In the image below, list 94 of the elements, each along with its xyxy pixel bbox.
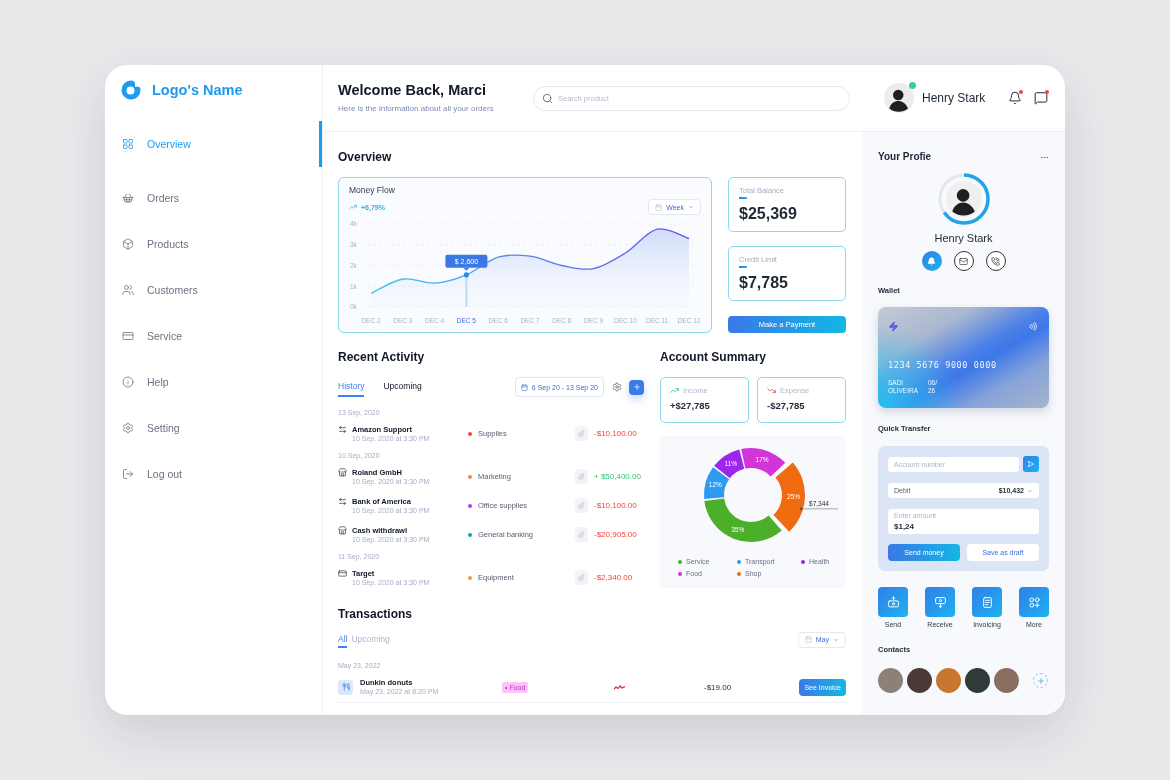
tab[interactable]: History bbox=[338, 377, 365, 397]
amount: + $50,400.00 bbox=[594, 472, 642, 481]
send-icon bbox=[1027, 460, 1035, 468]
calendar-icon bbox=[655, 203, 663, 211]
trend-up-icon bbox=[670, 386, 679, 395]
user-avatar bbox=[884, 83, 914, 113]
contactless-icon bbox=[1028, 321, 1037, 331]
plus-icon bbox=[632, 383, 641, 391]
nav-item[interactable]: Overview bbox=[105, 121, 322, 167]
summary-value: -$27,785 bbox=[767, 400, 805, 411]
settings-icon[interactable] bbox=[612, 382, 622, 392]
amount: -$10,100.00 bbox=[594, 429, 638, 438]
transfer-arrows-icon bbox=[338, 424, 347, 434]
cash-download-icon bbox=[933, 595, 947, 609]
users-icon bbox=[122, 284, 134, 296]
notify-button[interactable] bbox=[921, 251, 942, 271]
calendar-icon bbox=[520, 383, 528, 391]
nav-item[interactable]: Help bbox=[105, 359, 322, 405]
utensils-icon bbox=[338, 679, 353, 695]
profile-avatar bbox=[945, 181, 982, 217]
action-tile[interactable] bbox=[925, 587, 955, 617]
page-subtitle: Here is the information about all your orders bbox=[338, 104, 494, 114]
send-button[interactable] bbox=[1023, 456, 1039, 472]
phone-icon bbox=[991, 256, 1000, 266]
tab[interactable]: All bbox=[338, 631, 348, 648]
trend-up-icon bbox=[349, 203, 357, 211]
search-icon bbox=[542, 92, 553, 104]
section-title: Account Summary bbox=[660, 350, 768, 364]
nav-item[interactable]: Products bbox=[105, 221, 322, 267]
nav-item[interactable]: Service bbox=[105, 313, 322, 359]
store-icon bbox=[338, 525, 347, 535]
profile-name: Henry Stark bbox=[934, 231, 993, 245]
nav-item[interactable]: Customers bbox=[105, 267, 322, 313]
card-icon bbox=[338, 568, 347, 578]
add-button[interactable] bbox=[629, 379, 644, 395]
paperclip-icon[interactable] bbox=[575, 426, 588, 441]
paperclip-icon[interactable] bbox=[575, 498, 588, 513]
document-icon bbox=[980, 595, 994, 609]
basket-icon bbox=[122, 192, 134, 204]
logo-icon bbox=[120, 79, 142, 101]
trend-down-icon bbox=[767, 386, 776, 395]
grid-icon bbox=[122, 138, 134, 150]
page-title: Welcome Back, Marci bbox=[338, 82, 487, 99]
apps-icon bbox=[1027, 595, 1041, 609]
sparkline-icon bbox=[614, 684, 625, 690]
nav-item[interactable]: Orders bbox=[105, 175, 322, 221]
nav-item[interactable]: Log out bbox=[105, 451, 322, 497]
amount: -$2,340.00 bbox=[594, 573, 634, 582]
lightning-icon bbox=[888, 320, 899, 332]
action-tile[interactable] bbox=[1019, 587, 1049, 617]
store-icon bbox=[338, 467, 347, 477]
paperclip-icon[interactable] bbox=[575, 527, 588, 542]
info-icon bbox=[122, 376, 134, 388]
contact-avatar[interactable] bbox=[965, 668, 990, 693]
balance-value: $25,369 bbox=[739, 203, 797, 223]
nav-item[interactable]: Setting bbox=[105, 405, 322, 451]
paperclip-icon[interactable] bbox=[575, 570, 588, 585]
paperclip-icon[interactable] bbox=[575, 469, 588, 484]
settings-icon bbox=[122, 422, 134, 434]
tab[interactable]: Upcoming bbox=[383, 377, 422, 397]
amount: -$19.00 bbox=[704, 682, 733, 692]
card-number: 1234 5676 9000 0000 bbox=[888, 359, 997, 371]
data-point bbox=[463, 272, 469, 278]
cash-upload-icon bbox=[886, 595, 900, 609]
summary-value: +$27,785 bbox=[670, 400, 710, 411]
chevron-down-icon bbox=[1027, 487, 1033, 494]
chat-icon[interactable] bbox=[1034, 91, 1048, 105]
bell-icon[interactable] bbox=[1008, 91, 1022, 105]
contact-avatar[interactable] bbox=[907, 668, 932, 693]
transfer-arrows-icon bbox=[338, 496, 347, 506]
bell-icon bbox=[927, 256, 936, 266]
card-title: Money Flow bbox=[349, 185, 395, 196]
chevron-down-icon bbox=[833, 636, 839, 643]
call-button[interactable] bbox=[985, 251, 1006, 271]
mail-icon bbox=[959, 256, 968, 266]
mail-button[interactable] bbox=[953, 251, 974, 271]
balance-value: $7,785 bbox=[739, 272, 788, 292]
panel-title: Your Profie bbox=[878, 150, 932, 164]
action-tile[interactable] bbox=[972, 587, 1002, 617]
logo-text: Logo's Name bbox=[152, 82, 243, 98]
calendar-icon bbox=[804, 636, 812, 643]
section-title: Transactions bbox=[338, 607, 414, 621]
logout-icon bbox=[122, 468, 134, 480]
chevron-down-icon bbox=[688, 204, 694, 210]
marker-line bbox=[465, 274, 468, 307]
section-title: Overview bbox=[338, 150, 393, 164]
action-tile[interactable] bbox=[878, 587, 908, 617]
box-icon bbox=[122, 238, 134, 250]
card-icon bbox=[122, 330, 134, 342]
amount: -$20,905.00 bbox=[594, 530, 638, 539]
user-name: Henry Stark bbox=[922, 91, 986, 105]
section-title: Recent Activity bbox=[338, 350, 426, 364]
amount: -$10,100.00 bbox=[594, 501, 638, 510]
plus-icon bbox=[1036, 676, 1045, 685]
